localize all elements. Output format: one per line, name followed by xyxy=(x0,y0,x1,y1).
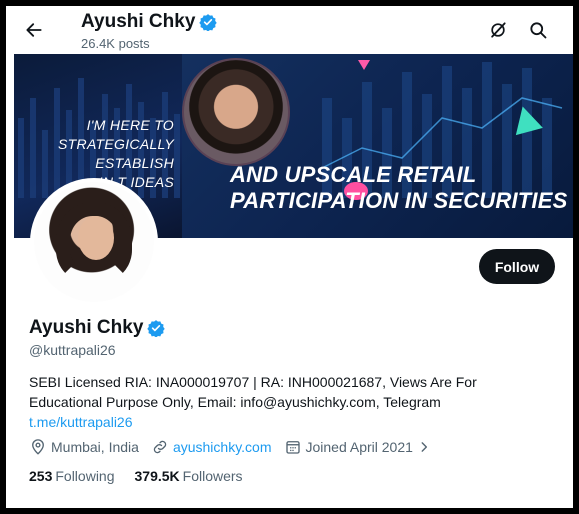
profile-meta: Mumbai, India ayushichky.com Joined Apri… xyxy=(29,437,443,457)
followers-link[interactable]: 379.5K Followers xyxy=(135,468,243,484)
joined-item[interactable]: Joined April 2021 xyxy=(284,438,431,456)
banner-photo xyxy=(182,58,290,166)
avatar[interactable] xyxy=(30,178,158,306)
website-item: ayushichky.com xyxy=(151,438,272,456)
bio-text: SEBI Licensed RIA: INA000019707 | RA: IN… xyxy=(29,374,477,410)
joined-text: Joined April 2021 xyxy=(305,439,413,455)
following-link[interactable]: 253 Following xyxy=(29,468,115,484)
header-name: Ayushi Chky xyxy=(81,11,196,32)
profile-handle: @kuttrapali26 xyxy=(29,342,116,358)
header-title: Ayushi Chky xyxy=(81,11,218,33)
profile-name: Ayushi Chky xyxy=(29,317,144,338)
bio-telegram-link[interactable]: t.me/kuttrapali26 xyxy=(29,412,549,432)
profile-frame: Ayushi Chky 26.4K posts I'M HERE TO STRA… xyxy=(6,6,573,508)
banner-right-panel: AND UPSCALE RETAIL PARTICIPATION IN SECU… xyxy=(182,54,573,238)
website-link[interactable]: ayushichky.com xyxy=(173,439,272,455)
location-text: Mumbai, India xyxy=(51,439,139,455)
profile-bio: SEBI Licensed RIA: INA000019707 | RA: IN… xyxy=(29,372,549,432)
link-icon xyxy=(151,438,169,456)
grok-icon[interactable] xyxy=(486,18,510,42)
header-post-count: 26.4K posts xyxy=(81,36,150,51)
chevron-right-icon xyxy=(417,440,431,454)
back-arrow-icon[interactable] xyxy=(22,18,46,42)
location-item: Mumbai, India xyxy=(29,438,139,456)
calendar-icon xyxy=(284,438,302,456)
search-icon[interactable] xyxy=(526,18,550,42)
follow-counts: 253 Following 379.5K Followers xyxy=(29,468,243,484)
location-icon xyxy=(29,438,47,456)
top-bar: Ayushi Chky 26.4K posts xyxy=(6,6,573,54)
profile-name-row: Ayushi Chky xyxy=(29,317,166,339)
decor-triangle-pink xyxy=(358,60,370,70)
verified-badge-icon[interactable] xyxy=(147,319,166,337)
banner-text-right: AND UPSCALE RETAIL PARTICIPATION IN SECU… xyxy=(230,162,568,213)
follow-button[interactable]: Follow xyxy=(479,249,555,284)
verified-badge-icon xyxy=(199,13,218,31)
